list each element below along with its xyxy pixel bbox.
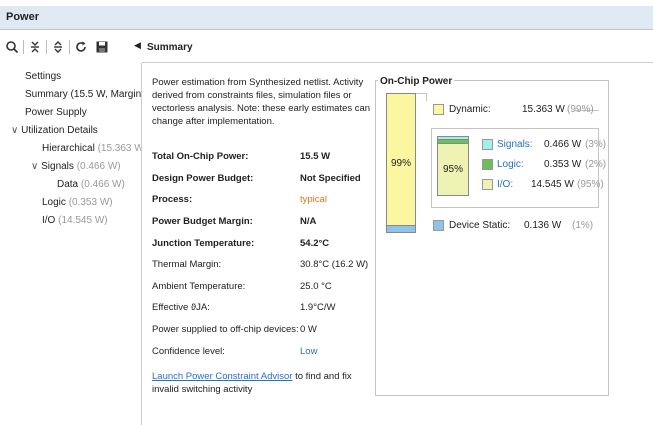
toolbar [0,31,142,63]
total-power-bar: 99% [386,93,416,233]
dynamic-percent-label: 99% [390,158,411,169]
signals-legend-label[interactable]: Signals: [497,139,533,150]
io-percent-label: 95% [442,164,463,175]
dynamic-legend-swatch [433,104,444,115]
sidebar-item-label: Utilization Details [21,125,98,136]
sidebar-item-hierarchical[interactable]: Hierarchical (15.363 W) [42,143,141,154]
sidebar-item-signals[interactable]: ∨ Signals (0.466 W) [31,161,121,172]
sidebar-item-label: I/O [42,215,56,226]
summary-title: Summary [147,42,193,53]
expand-all-icon[interactable] [51,40,65,54]
io-percent: (95%) [577,179,604,190]
summary-row: Effective ϑJA: 1.9°C/W [152,302,372,316]
panel-title: Power [6,11,40,23]
summary-row-label: Ambient Temperature: [152,281,246,292]
launch-advisor-link[interactable]: Launch Power Constraint Advisor [152,371,292,382]
summary-row-value: N/A [300,216,317,227]
collapse-all-icon[interactable] [28,40,42,54]
summary-row-value[interactable]: Low [300,346,317,357]
summary-row-value: 25.0 °C [300,281,332,292]
logic-legend-swatch [482,159,493,170]
static-legend-label: Device Static: [449,220,511,231]
dynamic-value: 15.363 W [522,104,565,115]
logic-segment [438,140,468,144]
summary-row-label: Design Power Budget: [152,173,254,184]
summary-row: Process: typical [152,194,372,208]
logic-value: 0.353 W [544,159,582,170]
signals-percent: (3%) [585,139,607,150]
sidebar-item-value: (0.466 W) [76,161,121,172]
summary-row-label: Power supplied to off-chip devices: [152,324,299,335]
sidebar-item-settings[interactable]: Settings [25,71,61,82]
summary-row-value[interactable]: typical [300,194,327,205]
summary-row-value: 0 W [300,324,317,335]
summary-row-label: Process: [152,194,193,205]
summary-row-value: 54.2°C [300,238,330,249]
summary-row-label: Confidence level: [152,346,225,357]
signals-value: 0.466 W [544,139,582,150]
summary-row: Junction Temperature: 54.2°C [152,238,372,252]
search-icon[interactable] [5,40,19,54]
io-legend-swatch [482,179,493,190]
collapse-pane-icon[interactable]: ◀ [134,40,141,51]
static-value: 0.136 W [524,220,562,231]
summary-row-label: Junction Temperature: [152,238,255,249]
summary-row: Power Budget Margin: N/A [152,216,372,230]
summary-row-value: 30.8°C (16.2 W) [300,259,369,270]
chevron-down-icon[interactable]: ∨ [31,161,38,172]
summary-row: Ambient Temperature: 25.0 °C [152,281,372,295]
summary-row-label: Power Budget Margin: [152,216,253,227]
save-icon[interactable] [95,40,109,54]
summary-row-label: Effective ϑJA: [152,302,210,313]
summary-row: Thermal Margin: 30.8°C (16.2 W) [152,259,372,273]
sidebar-item-summary[interactable]: Summary (15.5 W, Margin: N/A) [25,89,141,100]
signals-legend-swatch [482,139,493,150]
static-percent: (1%) [572,220,594,231]
sidebar-item-value: (15.363 W) [97,143,141,154]
sidebar-item-data[interactable]: Data (0.466 W) [57,179,125,190]
sidebar-item-label: Signals [41,161,74,172]
sidebar-item-logic[interactable]: Logic (0.353 W) [42,197,113,208]
panel-titlebar: Power [0,6,653,30]
toolbar-separator [69,40,70,54]
on-chip-power-title: On-Chip Power [378,76,455,87]
summary-row-label: Total On-Chip Power: [152,151,249,162]
dynamic-legend-label: Dynamic: [449,104,491,115]
summary-header: Summary [142,31,653,63]
sidebar-item-label: Logic [42,197,66,208]
summary-row-value: 15.5 W [300,151,331,162]
sidebar-item-value: (0.466 W) [80,179,125,190]
summary-row: Total On-Chip Power: 15.5 W [152,151,372,165]
logic-percent: (2%) [585,159,607,170]
advisor-text: Launch Power Constraint Advisor to find … [152,370,377,396]
sidebar: Settings Summary (15.5 W, Margin: N/A) P… [0,63,142,425]
dynamic-percent: (99%) [567,104,594,115]
connector-line [416,93,426,94]
dynamic-breakdown-bar: 95% [437,136,469,196]
summary-row-value: 1.9°C/W [300,302,336,313]
sidebar-item-value: (14.545 W) [58,215,108,226]
io-legend-label[interactable]: I/O: [497,179,513,190]
summary-intro-text: Power estimation from Synthesized netlis… [152,77,371,127]
summary-row-label: Thermal Margin: [152,259,222,270]
sidebar-item-utilization-details[interactable]: ∨ Utilization Details [11,125,98,136]
summary-row: Power supplied to off-chip devices: 0 W [152,324,372,338]
sidebar-item-label: Data [57,179,79,190]
summary-row: Design Power Budget: Not Specified [152,173,372,187]
io-value: 14.545 W [531,179,574,190]
sidebar-item-value: (0.353 W) [68,197,113,208]
summary-row: Confidence level: Low [152,346,372,360]
summary-row-value: Not Specified [300,173,361,184]
chevron-down-icon[interactable]: ∨ [11,125,18,136]
static-segment [387,225,415,232]
sidebar-item-power-supply[interactable]: Power Supply [25,107,87,118]
sidebar-item-io[interactable]: I/O (14.545 W) [42,215,108,226]
logic-legend-label[interactable]: Logic: [497,159,524,170]
toolbar-separator [46,40,47,54]
sidebar-item-label: Hierarchical [42,143,95,154]
refresh-icon[interactable] [74,40,88,54]
static-legend-swatch [433,220,444,231]
connector-line [426,93,427,101]
toolbar-separator [23,40,24,54]
